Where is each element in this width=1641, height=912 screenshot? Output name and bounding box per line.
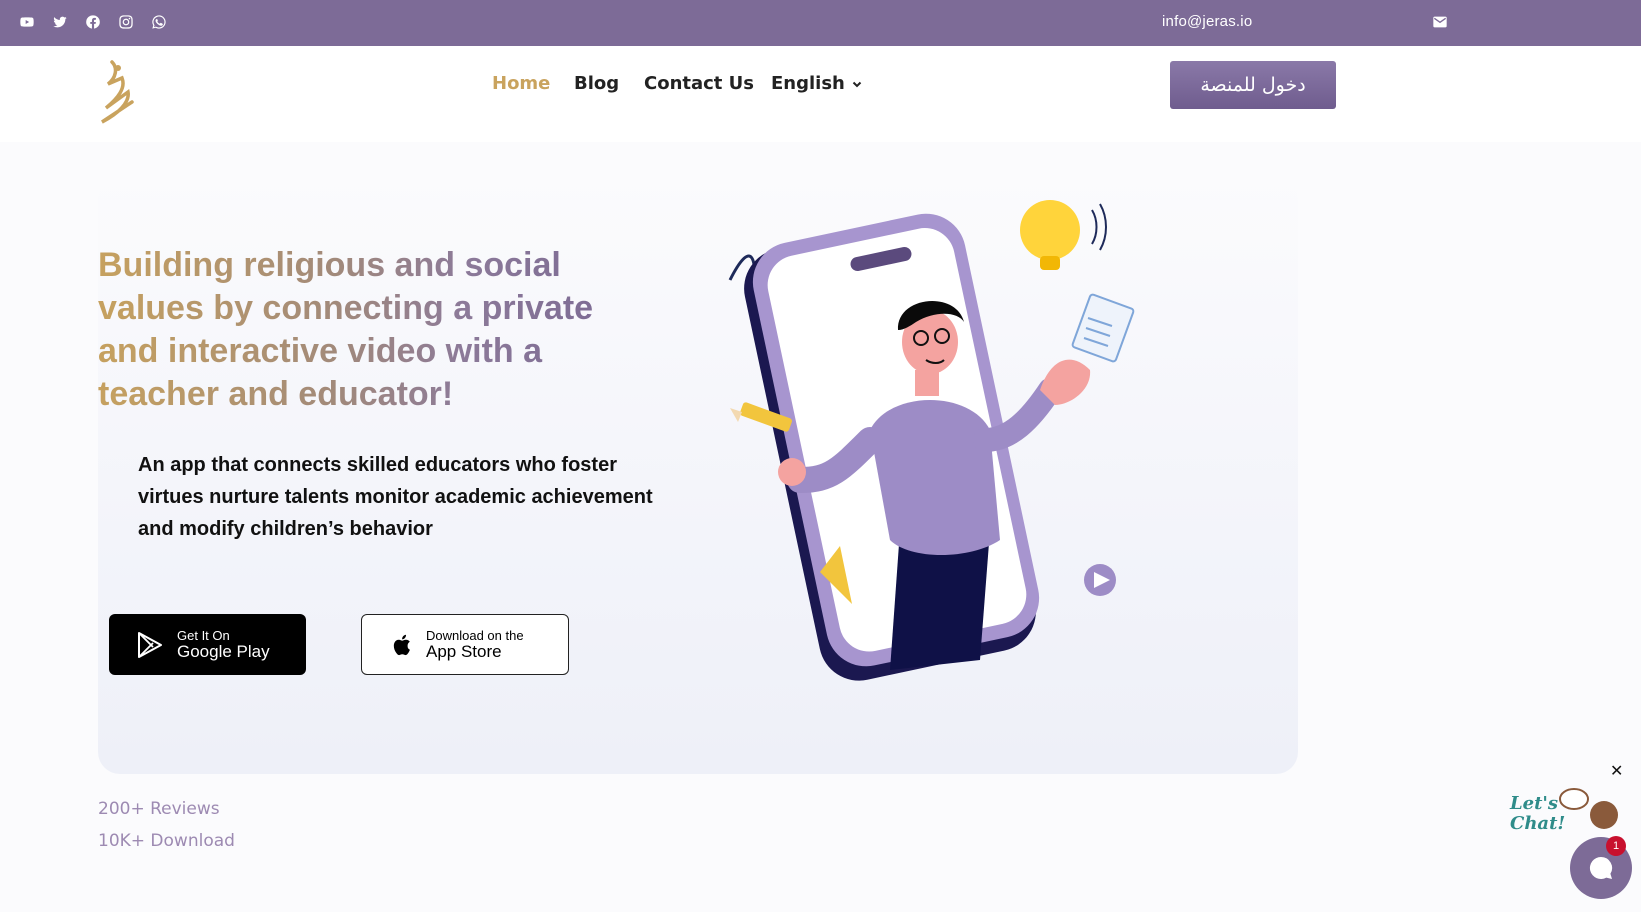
google-play-icon [138,631,162,658]
whatsapp-icon[interactable] [149,12,169,32]
instagram-icon[interactable] [116,12,136,32]
google-play-small: Get It On [177,627,230,643]
chevron-down-icon [852,81,862,87]
app-store-button[interactable]: Download on the App Store [361,614,569,675]
app-store-big: App Store [426,641,502,661]
svg-text:Let's: Let's [1509,793,1558,814]
top-bar: info@jeras.io [0,0,1641,46]
downloads-stat: 10K+ Download [98,831,235,851]
hero-title: Building religious and social values by … [98,244,618,416]
chat-close-button[interactable]: ✕ [1610,761,1623,780]
nav-blog[interactable]: Blog [574,73,619,94]
chat-notification-badge: 1 [1606,836,1626,856]
lightbulb-icon [1020,200,1107,270]
hero-illustration [728,200,1135,681]
hero-subtitle: An app that connects skilled educators w… [138,454,653,540]
google-play-big: Google Play [177,641,270,661]
document-graphic [1071,293,1135,363]
twitter-icon[interactable] [50,12,70,32]
lets-chat-graphic[interactable]: Let's Chat! [1508,785,1628,835]
youtube-icon[interactable] [17,12,37,32]
apple-icon [393,634,410,655]
mail-icon[interactable] [1432,14,1448,30]
platform-login-button[interactable]: دخول للمنصة [1170,61,1336,109]
svg-text:Chat!: Chat! [1510,813,1565,834]
facebook-icon[interactable] [83,12,103,32]
language-label: English [771,73,845,94]
app-store-small: Download on the [426,627,524,643]
chat-bubble-icon [1589,856,1613,879]
nav-home[interactable]: Home [492,73,550,94]
google-play-button[interactable]: Get It On Google Play [109,614,306,675]
contact-email[interactable]: info@jeras.io [1162,13,1252,30]
nav-contact-us[interactable]: Contact Us [644,73,754,94]
language-selector[interactable]: English [771,73,863,94]
site-header: Home Blog Contact Us English دخول للمنصة [0,46,1641,142]
jeras-logo[interactable] [88,58,148,128]
reviews-stat: 200+ Reviews [98,799,220,819]
